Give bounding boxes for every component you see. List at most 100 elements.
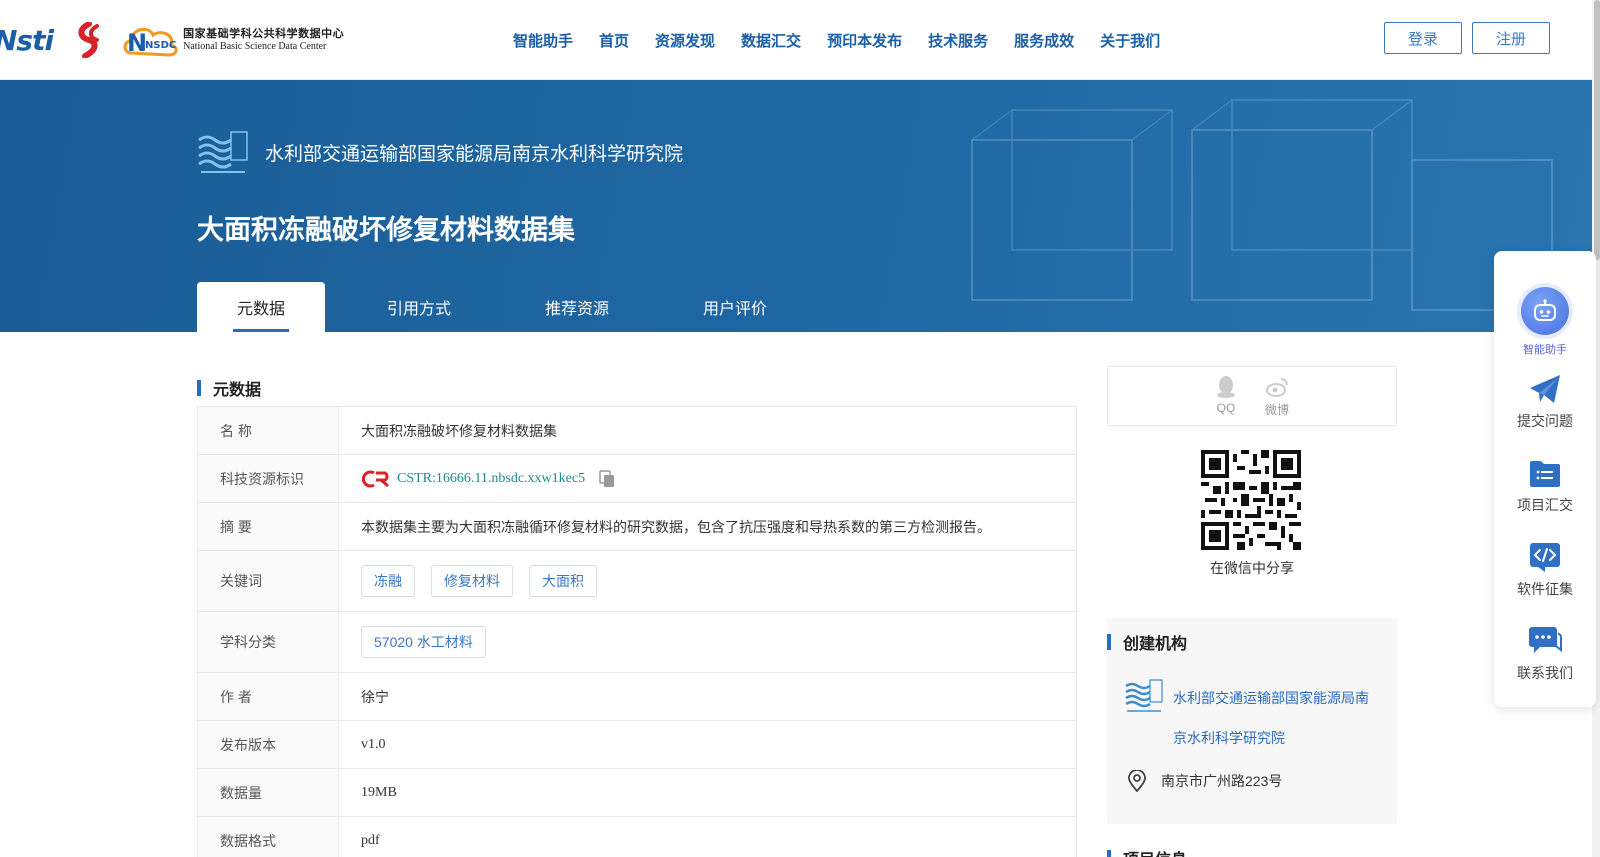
section-title-bar (1107, 850, 1111, 857)
dataset-banner: 水利部交通运输部国家能源局南京水利科学研究院 大面积冻融破坏修复材料数据集 元数… (0, 80, 1592, 332)
org-address: 南京市广州路223号 (1161, 773, 1283, 789)
keyword-tag[interactable]: 修复材料 (431, 565, 513, 597)
format-value: pdf (361, 832, 380, 848)
wechat-share-caption: 在微信中分享 (1210, 560, 1294, 576)
table-row: 发布版本 v1.0 (198, 721, 1076, 769)
metadata-section-title: 元数据 (197, 376, 261, 400)
org-heading: 创建机构 (1123, 636, 1188, 653)
tab-citation[interactable]: 引用方式 (355, 282, 483, 332)
keywords-value: 冻融 修复材料 大面积 (339, 551, 1076, 611)
creator-org-box: 创建机构 水利部交通运输部国家能源局南京水利科学研究院 南京市广州路223号 (1107, 618, 1397, 824)
author-label: 作 者 (198, 673, 339, 720)
main-nav: 智能助手 首页 资源发现 数据汇交 预印本发布 技术服务 服务成效 关于我们 (500, 0, 1173, 80)
cstr-identifier: CSTR:16666.11.nbsdc.xxw1kec5 (361, 469, 615, 488)
metadata-heading: 元数据 (213, 382, 262, 399)
side-contact-label: 联系我们 (1517, 665, 1573, 681)
side-submit-issue-label: 提交问题 (1517, 413, 1573, 429)
svg-text:NSDC: NSDC (145, 40, 176, 51)
cstr-link[interactable]: CSTR:16666.11.nbsdc.xxw1kec5 (397, 471, 585, 487)
name-label: 名 称 (198, 407, 339, 454)
version-label: 发布版本 (198, 721, 339, 768)
nav-home[interactable]: 首页 (599, 30, 629, 51)
wechat-qr-code (1201, 450, 1301, 550)
table-row: 名 称 大面积冻融破坏修复材料数据集 (198, 407, 1076, 455)
cas-logo-icon[interactable] (67, 22, 107, 58)
nsdc-name-cn: 国家基础学科公共科学数据中心 (183, 27, 345, 40)
nav-service-results[interactable]: 服务成效 (1014, 30, 1074, 51)
side-project-collect-label: 项目汇交 (1517, 497, 1573, 513)
nav-assistant[interactable]: 智能助手 (513, 30, 573, 51)
nsdc-name-en: National Basic Science Data Center (183, 40, 327, 52)
logo-group: Nsti N NSDC 国家基础学科公共科学数据中心 National Basi… (0, 18, 344, 62)
cstr-logo-icon (361, 470, 389, 487)
banner-background-pattern (971, 99, 1553, 311)
institution-name[interactable]: 水利部交通运输部国家能源局南京水利科学研究院 (265, 139, 683, 166)
table-row: 摘 要 本数据集主要为大面积冻融循环修复材料的研究数据，包含了抗压强度和导热系数… (198, 503, 1076, 551)
tab-reviews[interactable]: 用户评价 (671, 282, 799, 332)
table-row: 科技资源标识 CSTR:16666.11.nbsdc.xxw1kec5 (198, 455, 1076, 503)
table-row: 关键词 冻融 修复材料 大面积 (198, 551, 1076, 612)
side-project-collect[interactable]: 项目汇交 (1494, 457, 1596, 515)
scrollbar-thumb[interactable] (1594, 0, 1600, 260)
weibo-icon (1265, 378, 1288, 397)
nhri-logo-icon (198, 131, 248, 173)
subject-tag[interactable]: 57020 水工材料 (361, 626, 486, 658)
nsdc-logo-text: 国家基础学科公共科学数据中心 National Basic Science Da… (183, 28, 344, 52)
project-section-title: 项目信息 (1107, 846, 1187, 857)
version-value: v1.0 (361, 736, 386, 752)
qq-icon (1216, 376, 1235, 398)
chat-bubble-icon (1529, 627, 1562, 653)
side-contact[interactable]: 联系我们 (1494, 625, 1596, 683)
floating-side-panel: 智能助手 提交问题 项目汇交 软件征集 联系我们 (1494, 251, 1596, 707)
org-section-title: 创建机构 (1107, 630, 1187, 654)
keyword-tag[interactable]: 大面积 (529, 565, 597, 597)
register-button[interactable]: 注册 (1472, 22, 1550, 54)
side-assistant-label: 智能助手 (1523, 344, 1567, 356)
tab-metadata[interactable]: 元数据 (197, 282, 325, 332)
top-header: Nsti N NSDC 国家基础学科公共科学数据中心 National Basi… (0, 0, 1600, 80)
login-button[interactable]: 登录 (1384, 22, 1462, 54)
copy-icon[interactable] (599, 469, 615, 488)
tab-recommended[interactable]: 推荐资源 (513, 282, 641, 332)
table-row: 数据格式 pdf (198, 817, 1076, 857)
nsti-logo[interactable]: Nsti (0, 24, 54, 57)
name-value: 大面积冻融破坏修复材料数据集 (361, 422, 557, 439)
location-pin-icon (1128, 770, 1146, 792)
subject-value: 57020 水工材料 (339, 612, 1076, 672)
nsdc-cloud-icon: N NSDC (123, 27, 178, 57)
size-value: 19MB (361, 784, 397, 800)
project-heading: 项目信息 (1123, 846, 1187, 857)
nav-preprint[interactable]: 预印本发布 (827, 30, 902, 51)
section-title-bar (197, 380, 201, 396)
folder-list-icon (1530, 461, 1560, 487)
table-row: 学科分类 57020 水工材料 (198, 612, 1076, 673)
side-software-collect-label: 软件征集 (1517, 581, 1573, 597)
org-row: 水利部交通运输部国家能源局南京水利科学研究院 (1125, 678, 1381, 758)
keyword-tag[interactable]: 冻融 (361, 565, 415, 597)
nhri-logo-icon (1125, 679, 1163, 712)
side-submit-issue[interactable]: 提交问题 (1494, 373, 1596, 431)
org-name-link[interactable]: 水利部交通运输部国家能源局南京水利科学研究院 (1173, 678, 1381, 758)
share-qq[interactable]: QQ (1215, 375, 1237, 425)
abstract-label: 摘 要 (198, 503, 339, 550)
paper-plane-icon (1530, 375, 1560, 403)
subject-label: 学科分类 (198, 612, 339, 672)
nav-tech-service[interactable]: 技术服务 (928, 30, 988, 51)
cstr-label: 科技资源标识 (198, 455, 339, 502)
nav-about[interactable]: 关于我们 (1100, 30, 1160, 51)
side-assistant[interactable]: 智能助手 (1494, 287, 1596, 357)
section-title-bar (1107, 634, 1111, 650)
side-software-collect[interactable]: 软件征集 (1494, 541, 1596, 599)
nsdc-logo[interactable]: N NSDC 国家基础学科公共科学数据中心 National Basic Sci… (121, 21, 344, 59)
org-address-row: 南京市广州路223号 (1127, 770, 1282, 792)
author-value: 徐宁 (361, 688, 389, 705)
nav-data-submission[interactable]: 数据汇交 (741, 30, 801, 51)
table-row: 数据量 19MB (198, 769, 1076, 817)
share-weibo[interactable]: 微博 (1265, 375, 1289, 425)
abstract-value: 本数据集主要为大面积冻融循环修复材料的研究数据，包含了抗压强度和导热系数的第三方… (361, 518, 991, 535)
nav-resource-discovery[interactable]: 资源发现 (655, 30, 715, 51)
dataset-title: 大面积冻融破坏修复材料数据集 (197, 215, 575, 245)
qq-label: QQ (1216, 401, 1236, 415)
institution-row: 水利部交通运输部国家能源局南京水利科学研究院 (197, 128, 683, 176)
format-label: 数据格式 (198, 817, 339, 857)
